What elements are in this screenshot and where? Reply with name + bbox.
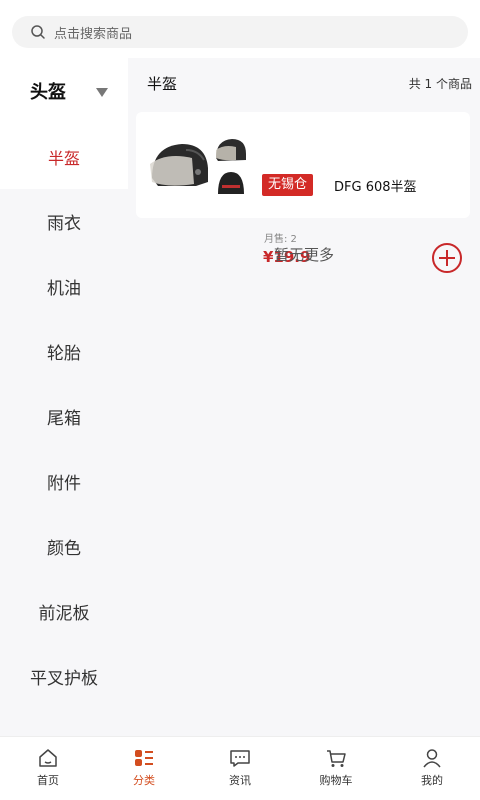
search-header: 点击搜索商品	[0, 0, 480, 58]
tab-home[interactable]: 首页	[0, 737, 96, 800]
dropdown-triangle-icon	[96, 88, 108, 97]
bottom-tabbar: 首页 分类 资讯 购物车 我的	[0, 736, 480, 800]
product-image	[146, 134, 250, 200]
sidebar-item-tire[interactable]: 轮胎	[0, 319, 128, 384]
tab-cart[interactable]: 购物车	[288, 737, 384, 800]
helmet-thumbnails	[212, 134, 250, 200]
product-card[interactable]: 无锡仓 DFG 608半盔	[136, 112, 470, 218]
product-count: 共 1 个商品	[408, 76, 472, 91]
warehouse-tag: 无锡仓	[262, 174, 314, 196]
monthly-sales: 月售: 2	[264, 234, 297, 245]
tab-news[interactable]: 资讯	[192, 737, 288, 800]
sidebar-item-raincoat[interactable]: 雨衣	[0, 189, 128, 254]
sidebar-item-tail-box[interactable]: 尾箱	[0, 384, 128, 449]
sidebar-item-engine-oil[interactable]: 机油	[0, 254, 128, 319]
cart-icon	[327, 750, 346, 767]
category-sidebar: 头盔 半盔 雨衣 机油 轮胎 尾箱 附件 颜色 前泥板 平叉护板	[0, 58, 128, 736]
home-icon	[39, 749, 57, 767]
product-list-panel: 半盔 共 1 个商品 无锡仓 DFG 608半盔 月售: 2 ¥19.9 暂无更…	[128, 58, 480, 736]
sidebar-item-color[interactable]: 颜色	[0, 514, 128, 579]
sidebar-header-title: 头盔	[30, 82, 66, 103]
category-icon	[135, 750, 153, 766]
helmet-back-view	[212, 168, 250, 200]
list-header: 半盔 共 1 个商品	[128, 58, 480, 108]
search-bar[interactable]: 点击搜索商品	[12, 16, 468, 48]
search-icon	[31, 25, 45, 39]
tab-profile[interactable]: 我的	[384, 737, 480, 800]
sidebar-category-selector[interactable]: 头盔	[0, 58, 128, 124]
category-title: 半盔	[147, 74, 178, 93]
sidebar-item-front-fender[interactable]: 前泥板	[0, 579, 128, 644]
product-name: DFG 608半盔	[334, 180, 417, 195]
tab-label: 我的	[421, 774, 443, 787]
search-placeholder: 点击搜索商品	[54, 26, 133, 42]
helmet-image	[146, 134, 212, 200]
tab-label: 资讯	[229, 774, 251, 787]
tab-category[interactable]: 分类	[96, 737, 192, 800]
no-more-text: 暂无更多	[273, 246, 334, 264]
sidebar-item-half-helmet[interactable]: 半盔	[0, 124, 128, 189]
user-icon	[423, 749, 441, 768]
tab-label: 首页	[37, 774, 59, 787]
message-icon	[230, 750, 250, 767]
tab-label: 购物车	[319, 774, 353, 787]
sidebar-item-swingarm-guard[interactable]: 平叉护板	[0, 644, 128, 709]
helmet-side-view	[212, 134, 250, 166]
tab-label: 分类	[133, 774, 155, 787]
sidebar-item-accessories[interactable]: 附件	[0, 449, 128, 514]
